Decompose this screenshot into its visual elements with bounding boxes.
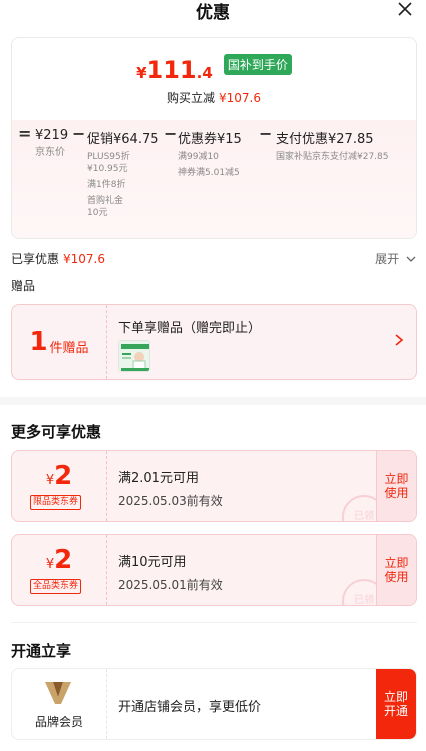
- coupon-type-badge: 限品类东券: [30, 495, 82, 510]
- payment-line: 国家补贴京东支付减¥27.85: [276, 152, 389, 162]
- jd-price-value: ¥219: [35, 128, 69, 143]
- jd-price-block: ¥219 京东价: [35, 128, 68, 159]
- expand-button[interactable]: 展开: [375, 250, 416, 267]
- coupon-card: ¥2 限品类东券 满2.01元可用 2025.05.03前有效 已领 立即使用: [11, 450, 417, 522]
- instant-cut-label: 购买立减: [166, 91, 215, 105]
- coupon-type-badge: 全品类东券: [30, 579, 82, 594]
- gift-section-label: 赠品: [11, 279, 36, 293]
- coupon-condition: 满2.01元可用: [118, 471, 199, 486]
- promotion-block: 促销¥64.75 PLUS95折 ¥10.95元 满1件8折 首购礼金 10元: [87, 128, 159, 219]
- more-discounts-title: 更多可享优惠: [11, 423, 102, 441]
- divider: [11, 622, 417, 623]
- coupon-value: ¥2 限品类东券: [12, 451, 106, 521]
- promotion-line: PLUS95折: [87, 152, 130, 162]
- sheet-title: 优惠: [196, 3, 230, 23]
- final-price: ¥111.4: [136, 56, 213, 84]
- promotion-line: 10元: [87, 208, 108, 218]
- coupon-condition: 满10元可用: [118, 555, 187, 570]
- instant-cut-row: 购买立减 ¥107.6: [12, 89, 416, 106]
- promotion-line: ¥10.95元: [87, 164, 128, 174]
- minus-sign: −: [164, 124, 178, 143]
- coupon-validity: 2025.05.01前有效: [118, 578, 223, 592]
- membership-card: 品牌会员 开通店铺会员，享更低价 立即开通: [11, 668, 417, 740]
- equals-sign: =: [18, 124, 32, 143]
- instant-cut-amount: ¥107.6: [219, 91, 261, 105]
- section-gap: [0, 397, 426, 405]
- coupon-card: ¥2 全品类东券 满10元可用 2025.05.01前有效 已领 立即使用: [11, 534, 417, 606]
- payment-block: 支付优惠¥27.85 国家补贴京东支付减¥27.85: [276, 128, 389, 163]
- coupon-line: 神券满5.01减5: [178, 168, 240, 178]
- close-icon[interactable]: [396, 0, 414, 18]
- membership-description: 开通店铺会员，享更低价: [118, 700, 262, 715]
- coupon-head: 优惠券¥15: [178, 132, 242, 147]
- expand-label: 展开: [375, 252, 400, 266]
- price-summary-card: ¥111.4 国补到手价 购买立减 ¥107.6 = ¥219 京东价 − 促销¥…: [11, 37, 417, 239]
- promotion-line: 满1件8折: [87, 180, 126, 190]
- coupon-line: 满99减10: [178, 152, 219, 162]
- membership-title: 开通立享: [11, 642, 72, 660]
- minus-sign: −: [72, 124, 86, 143]
- coupon-block: 优惠券¥15 满99减10 神券满5.01减5: [178, 128, 242, 179]
- gift-card[interactable]: 1 件赠品 下单享赠品（赠完即止）: [11, 304, 417, 380]
- join-now-button[interactable]: 立即开通: [376, 669, 416, 739]
- coupon-value: ¥2 全品类东券: [12, 535, 106, 605]
- jd-price-label: 京东价: [35, 147, 65, 158]
- gift-count: 1 件赠品: [29, 327, 89, 357]
- chevron-down-icon: [406, 256, 416, 262]
- brand-member-logo-icon: [45, 682, 71, 704]
- brand-member-label: 品牌会员: [34, 715, 83, 729]
- payment-head: 支付优惠¥27.85: [276, 132, 374, 147]
- enjoyed-discount: 已享优惠 ¥107.6: [11, 250, 105, 267]
- sheet-header: 优惠: [0, 0, 426, 24]
- gift-thumbnail[interactable]: [118, 340, 150, 372]
- minus-sign: −: [259, 124, 273, 143]
- final-price-row: ¥111.4 国补到手价: [12, 53, 416, 84]
- use-now-button[interactable]: 立即使用: [376, 451, 416, 521]
- promotion-line: 首购礼金: [87, 196, 124, 206]
- promotion-head: 促销¥64.75: [87, 132, 159, 147]
- coupon-validity: 2025.05.03前有效: [118, 494, 223, 508]
- chevron-right-icon[interactable]: [394, 333, 404, 347]
- subsidy-tag: 国补到手价: [223, 53, 292, 75]
- enjoyed-label: 已享优惠: [11, 252, 60, 266]
- enjoyed-amount: ¥107.6: [63, 252, 106, 266]
- use-now-button[interactable]: 立即使用: [376, 535, 416, 605]
- gift-title: 下单享赠品（赠完即止）: [118, 321, 262, 336]
